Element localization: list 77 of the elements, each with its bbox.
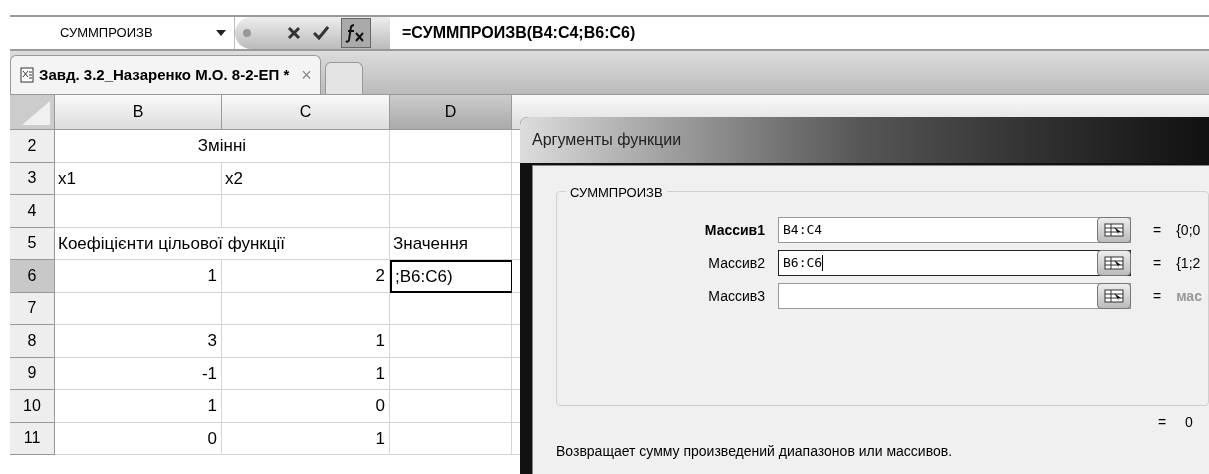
row-header[interactable]: 5	[10, 227, 55, 260]
row-header[interactable]: 6	[10, 260, 55, 293]
table-cell[interactable]: 2	[222, 260, 390, 293]
equals-sign: =	[1158, 413, 1167, 432]
table-cell[interactable]: Значення	[390, 227, 512, 260]
argument-result: {0;0	[1176, 220, 1201, 240]
row-header[interactable]: 4	[10, 195, 55, 228]
table-cell[interactable]	[390, 130, 512, 163]
table-cell[interactable]: x2	[222, 162, 390, 195]
collapse-dialog-button[interactable]	[1097, 250, 1131, 276]
column-header[interactable]: C	[222, 95, 390, 130]
row-header[interactable]: 11	[10, 422, 55, 455]
argument-label: Массив2	[707, 253, 766, 273]
argument-label: Массив3	[707, 286, 766, 306]
table-cell[interactable]	[390, 325, 512, 358]
table-cell[interactable]	[222, 195, 390, 228]
range-select-icon	[1104, 256, 1124, 270]
table-cell[interactable]: 1	[222, 422, 390, 455]
table-cell[interactable]: 1	[222, 357, 390, 390]
argument-field[interactable]: B6:C6	[778, 250, 1131, 276]
table-cell[interactable]: 0	[222, 390, 390, 423]
table-cell[interactable]	[390, 162, 512, 195]
name-box[interactable]: СУММПРОИЗВ	[10, 17, 235, 49]
table-cell[interactable]	[390, 357, 512, 390]
table-cell[interactable]: 1	[55, 390, 222, 423]
checkmark-icon[interactable]	[313, 26, 329, 40]
table-cell[interactable]: 1	[55, 260, 222, 293]
table-cell[interactable]	[222, 292, 390, 325]
new-tab-button[interactable]	[324, 62, 363, 94]
column-header[interactable]: B	[55, 95, 222, 130]
row-header[interactable]: 7	[10, 292, 55, 325]
table-cell[interactable]	[390, 422, 512, 455]
argument-field[interactable]	[778, 283, 1131, 309]
table-cell[interactable]	[55, 195, 222, 228]
column-header[interactable]: D	[390, 95, 512, 130]
table-cell[interactable]: Коефіцієнти цільової функції	[55, 227, 390, 260]
row-header[interactable]: 3	[10, 162, 55, 195]
dialog-title: Аргументы функции	[532, 130, 682, 150]
workbook-tab[interactable]: Завд. 3.2_Назаренко М.О. 8-2-ЕП * ×	[10, 55, 321, 94]
row-header[interactable]: 9	[10, 357, 55, 390]
formula-result: 0	[1185, 413, 1193, 432]
formula-field[interactable]: =СУММПРОИЗВ(B4:C4;B6:C6)	[390, 21, 1209, 45]
table-cell[interactable]	[390, 390, 512, 423]
table-cell[interactable]: 3	[55, 325, 222, 358]
table-cell[interactable]: Змінні	[55, 130, 390, 163]
argument-label: Массив1	[703, 220, 766, 240]
workbook-icon	[19, 67, 35, 83]
range-select-icon	[1104, 223, 1124, 237]
select-all-icon[interactable]	[22, 101, 50, 125]
argument-result: {1;2	[1176, 253, 1201, 273]
table-cell[interactable]: ;B6:C6)	[390, 260, 512, 293]
argument-result: мас	[1176, 286, 1202, 306]
row-header[interactable]: 10	[10, 390, 55, 423]
function-description: Возвращает сумму произведений диапазонов или массивов.	[556, 442, 953, 461]
table-cell[interactable]: x1	[55, 162, 222, 195]
range-select-icon	[1104, 289, 1124, 303]
equals-sign: =	[1153, 253, 1162, 273]
row-header[interactable]: 2	[10, 130, 55, 163]
insert-function-button[interactable]	[341, 18, 371, 48]
cancel-icon[interactable]	[287, 26, 301, 40]
equals-sign: =	[1153, 286, 1162, 306]
equals-sign: =	[1153, 220, 1162, 240]
table-cell[interactable]	[55, 292, 222, 325]
dropdown-caret-icon[interactable]	[216, 30, 226, 36]
workbook-tab-label: Завд. 3.2_Назаренко М.О. 8-2-ЕП *	[39, 64, 290, 85]
table-cell[interactable]	[390, 292, 512, 325]
argument-field[interactable]: B4:C4	[778, 217, 1131, 243]
circle-icon	[243, 29, 251, 37]
function-fx-icon	[345, 23, 367, 43]
collapse-dialog-button[interactable]	[1097, 217, 1131, 243]
collapse-dialog-button[interactable]	[1097, 283, 1131, 309]
table-cell[interactable]: 1	[222, 325, 390, 358]
name-box-text: СУММПРОИЗВ	[60, 24, 154, 43]
table-cell[interactable]: 0	[55, 422, 222, 455]
table-cell[interactable]	[390, 195, 512, 228]
row-header[interactable]: 8	[10, 325, 55, 358]
table-cell[interactable]: -1	[55, 357, 222, 390]
